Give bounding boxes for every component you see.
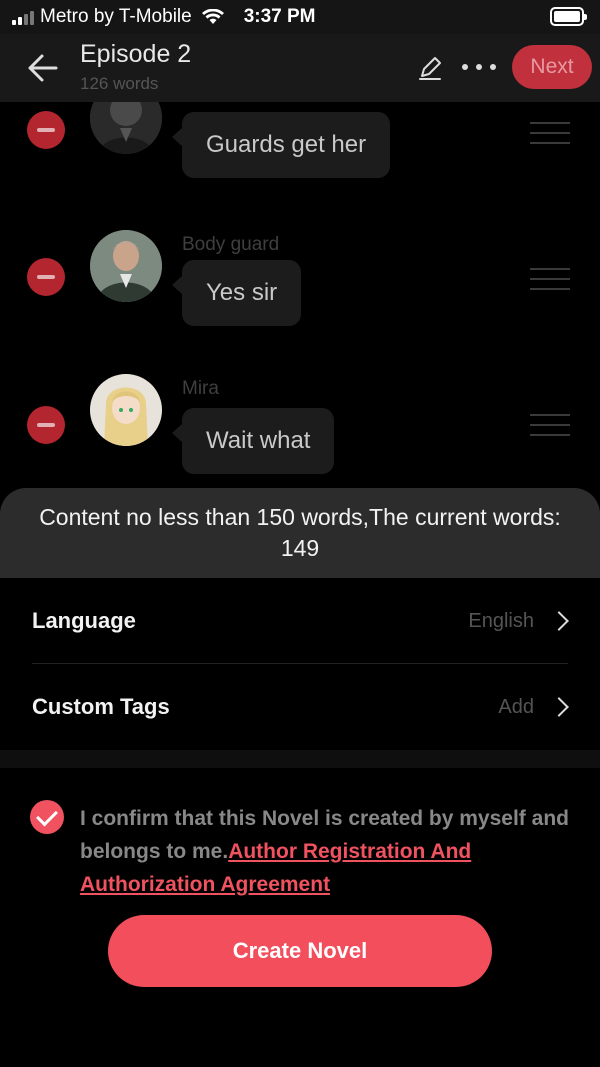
message-text: Guards get her <box>206 131 367 158</box>
edit-pencil-icon[interactable] <box>416 54 444 82</box>
avatar[interactable] <box>90 102 162 154</box>
language-value: English <box>468 609 534 632</box>
signal-icon <box>12 9 34 25</box>
chat-row: Mira Wait what <box>0 374 600 484</box>
settings-section: Language English Custom Tags Add <box>0 578 600 750</box>
battery-icon <box>550 7 587 26</box>
wifi-icon <box>201 9 224 24</box>
speaker-name: Body guard <box>182 234 280 255</box>
message-text: Yes sir <box>206 279 278 306</box>
carrier-name: Metro by T-Mobile <box>40 6 192 27</box>
remove-message-button[interactable] <box>27 258 65 296</box>
page-title: Episode 2 <box>80 40 192 68</box>
custom-tags-value: Add <box>498 695 534 718</box>
toast-message: Content no less than 150 words,The curre… <box>39 504 561 561</box>
chat-list: Guards get her Body guard Yes sir Mira W… <box>0 102 600 502</box>
custom-tags-label: Custom Tags <box>32 694 170 719</box>
message-bubble[interactable]: Guards get her <box>171 112 391 178</box>
avatar[interactable] <box>90 374 162 446</box>
message-bubble[interactable]: Yes sir <box>171 260 302 326</box>
chat-row: Body guard Yes sir <box>0 230 600 340</box>
remove-message-button[interactable] <box>27 111 65 149</box>
message-bubble[interactable]: Wait what <box>171 408 335 474</box>
word-count: 126 words <box>80 74 159 93</box>
remove-message-button[interactable] <box>27 406 65 444</box>
back-arrow-icon[interactable] <box>26 52 60 84</box>
avatar[interactable] <box>90 230 162 302</box>
section-divider <box>0 750 600 768</box>
custom-tags-setting[interactable]: Custom Tags Add <box>32 664 569 750</box>
language-label: Language <box>32 608 136 633</box>
speaker-name: Mira <box>182 378 219 399</box>
drag-handle-icon[interactable] <box>530 122 570 144</box>
status-bar: Metro by T-Mobile 3:37 PM <box>0 0 600 34</box>
clock: 3:37 PM <box>243 6 316 27</box>
more-options-icon[interactable] <box>462 64 496 72</box>
chevron-right-icon <box>549 697 569 717</box>
create-novel-button[interactable]: Create Novel <box>108 915 492 987</box>
language-setting[interactable]: Language English <box>32 578 569 664</box>
confirmation-text: I confirm that this Novel is created by … <box>80 802 570 901</box>
message-text: Wait what <box>206 427 311 454</box>
word-count-toast: Content no less than 150 words,The curre… <box>0 488 600 578</box>
header: Episode 2 126 words Next <box>0 34 600 102</box>
chat-row: Guards get her <box>0 102 600 212</box>
chevron-right-icon <box>549 611 569 631</box>
drag-handle-icon[interactable] <box>530 414 570 436</box>
drag-handle-icon[interactable] <box>530 268 570 290</box>
next-button[interactable]: Next <box>512 45 592 89</box>
checkbox-checked-icon[interactable] <box>30 800 64 834</box>
